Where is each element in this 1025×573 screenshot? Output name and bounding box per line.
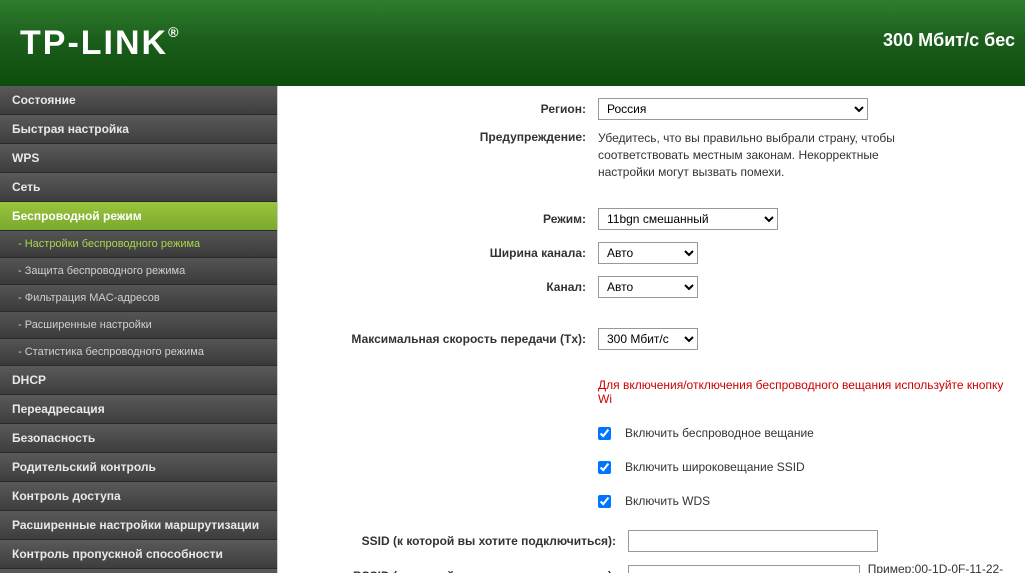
nav-item[interactable]: Сеть (0, 173, 277, 202)
nav-item[interactable]: Состояние (0, 86, 277, 115)
max-tx-label: Максимальная скорость передачи (Tx): (298, 332, 598, 346)
nav-item[interactable]: Родительский контроль (0, 453, 277, 482)
ssid-label: SSID (к которой вы хотите подключиться): (298, 534, 628, 548)
content-area: Регион: Россия Предупреждение: Убедитесь… (278, 86, 1025, 573)
enable-wireless-label: Включить беспроводное вещание (625, 426, 814, 440)
nav-item[interactable]: Беспроводной режим (0, 202, 277, 231)
nav-subitem[interactable]: - Статистика беспроводного режима (0, 339, 277, 366)
ssid-input[interactable] (628, 530, 878, 552)
nav-item[interactable]: Переадресация (0, 395, 277, 424)
enable-ssid-label: Включить широковещание SSID (625, 460, 805, 474)
bssid-label: BSSID (к которой вы хотите подключиться)… (298, 569, 628, 573)
nav-subitem[interactable]: - Защита беспроводного режима (0, 258, 277, 285)
nav-subitem[interactable]: - Расширенные настройки (0, 312, 277, 339)
sidebar: СостояниеБыстрая настройкаWPSСетьБеспров… (0, 86, 278, 573)
logo: TP-LINK® (20, 24, 180, 63)
nav-item[interactable]: WPS (0, 144, 277, 173)
nav-item[interactable]: Безопасность (0, 424, 277, 453)
region-label: Регион: (298, 102, 598, 116)
mode-label: Режим: (298, 212, 598, 226)
region-select[interactable]: Россия (598, 98, 868, 120)
nav-item[interactable]: Контроль пропускной способности (0, 540, 277, 569)
nav-item[interactable]: Привязка IP- и MAC-адресов (0, 569, 277, 573)
header: TP-LINK® 300 Мбит/с бес (0, 0, 1025, 86)
enable-wds-label: Включить WDS (625, 494, 710, 508)
nav-subitem[interactable]: - Настройки беспроводного режима (0, 231, 277, 258)
nav-item[interactable]: Расширенные настройки маршрутизации (0, 511, 277, 540)
nav-item[interactable]: DHCP (0, 366, 277, 395)
nav-subitem[interactable]: - Фильтрация MAC-адресов (0, 285, 277, 312)
bssid-input[interactable] (628, 565, 860, 573)
nav-item[interactable]: Быстрая настройка (0, 115, 277, 144)
enable-wireless-checkbox[interactable] (598, 427, 611, 440)
warning-label: Предупреждение: (298, 130, 598, 144)
enable-ssid-checkbox[interactable] (598, 461, 611, 474)
wifi-button-note: Для включения/отключения беспроводного в… (598, 378, 1005, 406)
channel-select[interactable]: Авто (598, 276, 698, 298)
enable-wds-checkbox[interactable] (598, 495, 611, 508)
channel-width-select[interactable]: Авто (598, 242, 698, 264)
header-tagline: 300 Мбит/с бес (883, 30, 1015, 51)
mode-select[interactable]: 11bgn смешанный (598, 208, 778, 230)
max-tx-select[interactable]: 300 Мбит/с (598, 328, 698, 350)
nav-item[interactable]: Контроль доступа (0, 482, 277, 511)
channel-label: Канал: (298, 280, 598, 294)
warning-text: Убедитесь, что вы правильно выбрали стра… (598, 130, 918, 180)
channel-width-label: Ширина канала: (298, 246, 598, 260)
bssid-hint: Пример:00-1D-0F-11-22-33 (868, 562, 1005, 573)
